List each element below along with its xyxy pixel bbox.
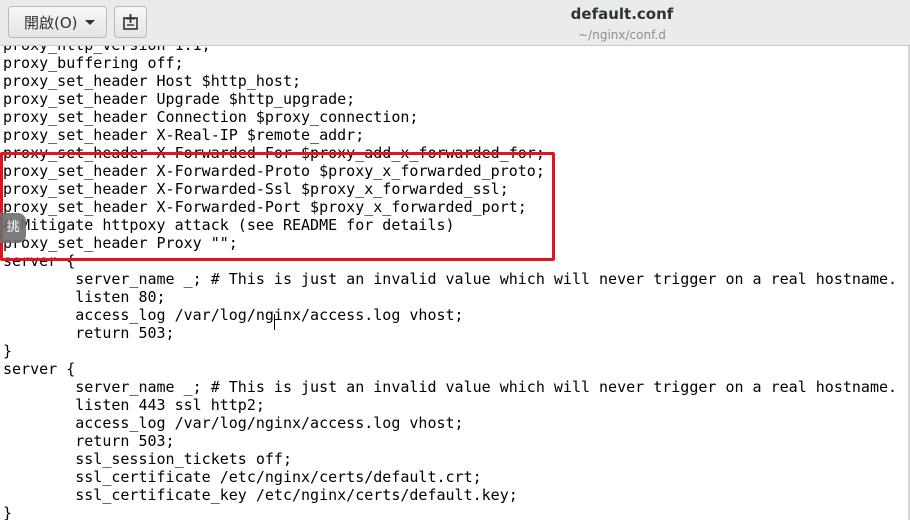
text-editor[interactable]: proxy_http_version 1.1;proxy_buffering o… — [0, 46, 910, 520]
window-subtitle: ~/nginx/conf.d — [578, 28, 666, 42]
code-line: proxy_set_header Upgrade $http_upgrade; — [3, 90, 356, 108]
code-line: proxy_set_header Proxy ""; — [3, 234, 238, 252]
code-line: server_name _; # This is just an invalid… — [3, 270, 898, 288]
code-line: proxy_set_header X-Forwarded-Proto $prox… — [3, 162, 545, 180]
code-line: access_log /var/log/nginx/access.log vho… — [3, 414, 464, 432]
code-line: ssl_certificate /etc/nginx/certs/default… — [3, 468, 482, 486]
code-line: proxy_set_header X-Real-IP $remote_addr; — [3, 126, 365, 144]
code-line: # Mitigate httpoxy attack (see README fo… — [3, 216, 455, 234]
title-bar: 開啟(O) default.conf ~/nginx/conf.d — [0, 0, 910, 46]
code-line: ssl_session_tickets off; — [3, 450, 292, 468]
side-panel-tab[interactable]: 挑 — [0, 213, 26, 243]
text-cursor — [274, 314, 275, 330]
code-line: } — [3, 504, 13, 520]
code-line: proxy_http_version 1.1; — [3, 46, 897, 54]
code-line: server_name _; # This is just an invalid… — [3, 378, 898, 396]
code-line: return 503; — [3, 324, 175, 342]
code-line: listen 80; — [3, 288, 166, 306]
code-line: proxy_set_header Host $http_host; — [3, 72, 302, 90]
window-title: default.conf — [570, 5, 674, 23]
code-line: listen 443 ssl http2; — [3, 396, 265, 414]
code-line: server { — [3, 360, 76, 378]
code-line: access_log /var/log/nginx/access.log vho… — [3, 306, 464, 324]
code-line: proxy_set_header Connection $proxy_conne… — [3, 108, 419, 126]
code-line: server { — [3, 252, 76, 270]
code-line: proxy_set_header X-Forwarded-For $proxy_… — [3, 144, 545, 162]
code-line: ssl_certificate_key /etc/nginx/certs/def… — [3, 486, 518, 504]
code-line: proxy_set_header X-Forwarded-Port $proxy… — [3, 198, 527, 216]
code-content[interactable]: proxy_http_version 1.1;proxy_buffering o… — [3, 46, 897, 520]
code-line: proxy_set_header X-Forwarded-Ssl $proxy_… — [3, 180, 509, 198]
code-line: return 503; — [3, 432, 175, 450]
code-line: proxy_buffering off; — [3, 54, 184, 72]
code-line: } — [3, 342, 13, 360]
